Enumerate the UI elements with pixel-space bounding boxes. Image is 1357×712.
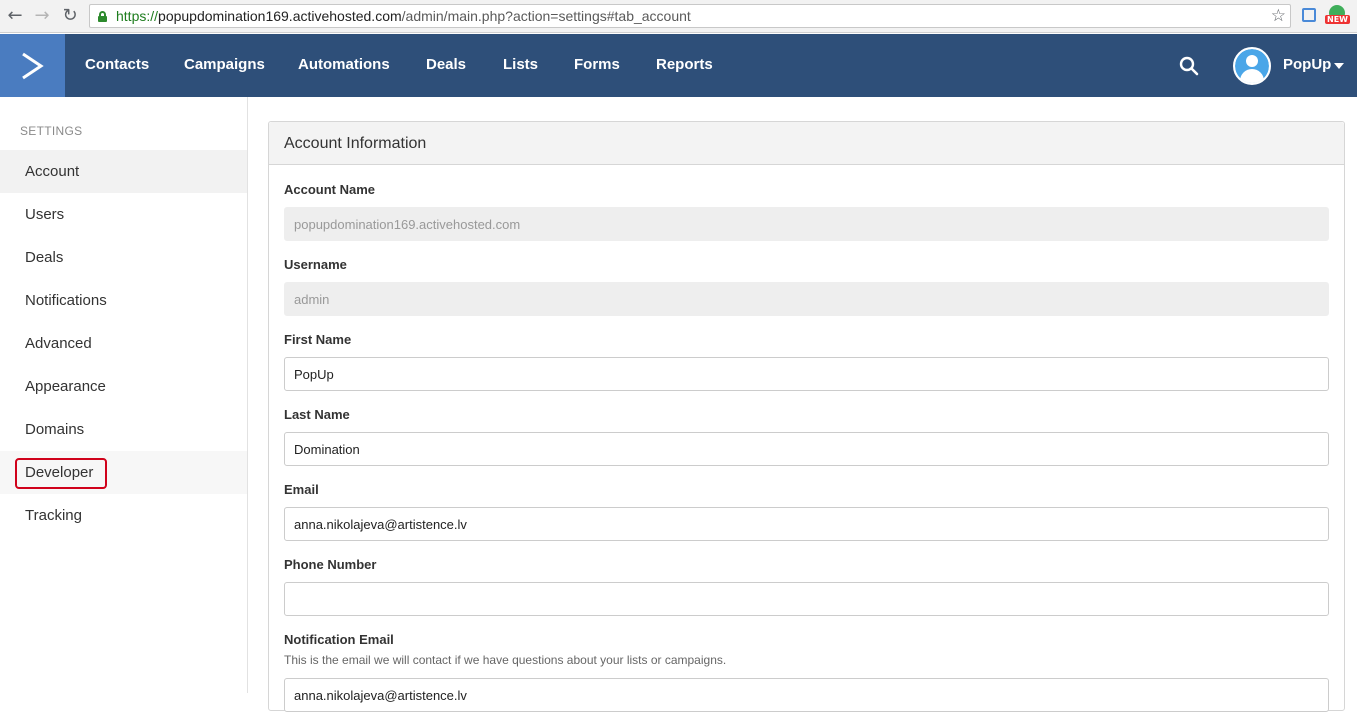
notification-email-help: This is the email we will contact if we … xyxy=(284,653,727,667)
sidebar-item-label: Account xyxy=(25,163,80,180)
nav-reports[interactable]: Reports xyxy=(656,56,713,73)
username-label: Username xyxy=(284,257,347,272)
logo-chevron-icon xyxy=(22,52,44,80)
sidebar-item-label: Developer xyxy=(25,464,94,481)
avatar[interactable] xyxy=(1233,47,1271,85)
sidebar-item-deals[interactable]: Deals xyxy=(0,236,247,279)
bookmark-star-icon[interactable]: ☆ xyxy=(1271,6,1286,26)
search-icon[interactable] xyxy=(1179,56,1199,76)
sidebar-heading: SETTINGS xyxy=(20,124,83,138)
sidebar-item-label: Tracking xyxy=(25,507,82,524)
extension-icon[interactable] xyxy=(1302,8,1316,22)
sidebar-item-label: Advanced xyxy=(25,335,92,352)
url-host: popupdomination169.activehosted.com xyxy=(158,8,402,24)
back-icon[interactable]: ← xyxy=(4,5,26,27)
browser-toolbar: ← → ↻ https://popupdomination169.activeh… xyxy=(0,0,1357,33)
first-name-label: First Name xyxy=(284,332,352,347)
nav-contacts[interactable]: Contacts xyxy=(85,56,149,73)
sidebar-item-label: Deals xyxy=(25,249,64,266)
last-name-label: Last Name xyxy=(284,407,350,422)
sidebar-item-account[interactable]: Account xyxy=(0,150,247,193)
user-menu-name[interactable]: PopUp xyxy=(1283,56,1331,73)
logo[interactable] xyxy=(0,34,65,97)
settings-sidebar: SETTINGS Account Users Deals Notificatio… xyxy=(0,97,248,693)
sidebar-item-users[interactable]: Users xyxy=(0,193,247,236)
phone-number-label: Phone Number xyxy=(284,557,377,572)
url-scheme: https:// xyxy=(116,8,159,24)
sidebar-item-developer[interactable]: Developer xyxy=(0,451,247,494)
extension-badge: NEW xyxy=(1325,15,1350,24)
lock-icon xyxy=(98,11,107,22)
extension-new-icon[interactable]: NEW xyxy=(1325,5,1350,27)
panel-header: Account Information xyxy=(269,122,1344,165)
url-path: /admin/main.php?action=settings#tab_acco… xyxy=(401,8,691,24)
sidebar-item-label: Notifications xyxy=(25,292,107,309)
sidebar-item-domains[interactable]: Domains xyxy=(0,408,247,451)
username-field xyxy=(284,282,1329,316)
sidebar-item-tracking[interactable]: Tracking xyxy=(0,494,247,537)
nav-automations[interactable]: Automations xyxy=(298,56,390,73)
sidebar-item-label: Appearance xyxy=(25,378,106,395)
nav-lists[interactable]: Lists xyxy=(503,56,538,73)
account-information-panel: Account Information Account Name Usernam… xyxy=(268,121,1345,712)
nav-deals[interactable]: Deals xyxy=(426,56,466,73)
notification-email-field[interactable] xyxy=(284,678,1329,712)
chevron-down-icon[interactable] xyxy=(1334,63,1344,69)
account-name-field xyxy=(284,207,1329,241)
sidebar-item-notifications[interactable]: Notifications xyxy=(0,279,247,322)
sidebar-item-label: Domains xyxy=(25,421,85,438)
phone-number-field[interactable] xyxy=(284,582,1329,616)
address-bar[interactable]: https://popupdomination169.activehosted.… xyxy=(89,4,1291,28)
sidebar-item-advanced[interactable]: Advanced xyxy=(0,322,247,365)
email-field[interactable] xyxy=(284,507,1329,541)
first-name-field[interactable] xyxy=(284,357,1329,391)
app-header: Contacts Campaigns Automations Deals Lis… xyxy=(0,34,1357,97)
account-name-label: Account Name xyxy=(284,182,376,197)
sidebar-item-appearance[interactable]: Appearance xyxy=(0,365,247,408)
email-label: Email xyxy=(284,482,319,497)
reload-icon[interactable]: ↻ xyxy=(59,5,81,27)
last-name-field[interactable] xyxy=(284,432,1329,466)
nav-forms[interactable]: Forms xyxy=(574,56,620,73)
url-text[interactable]: https://popupdomination169.activehosted.… xyxy=(116,8,691,24)
panel-title: Account Information xyxy=(284,135,427,152)
forward-icon[interactable]: → xyxy=(31,5,53,27)
notification-email-label: Notification Email xyxy=(284,632,394,647)
sidebar-item-label: Users xyxy=(25,206,65,223)
nav-campaigns[interactable]: Campaigns xyxy=(184,56,265,73)
